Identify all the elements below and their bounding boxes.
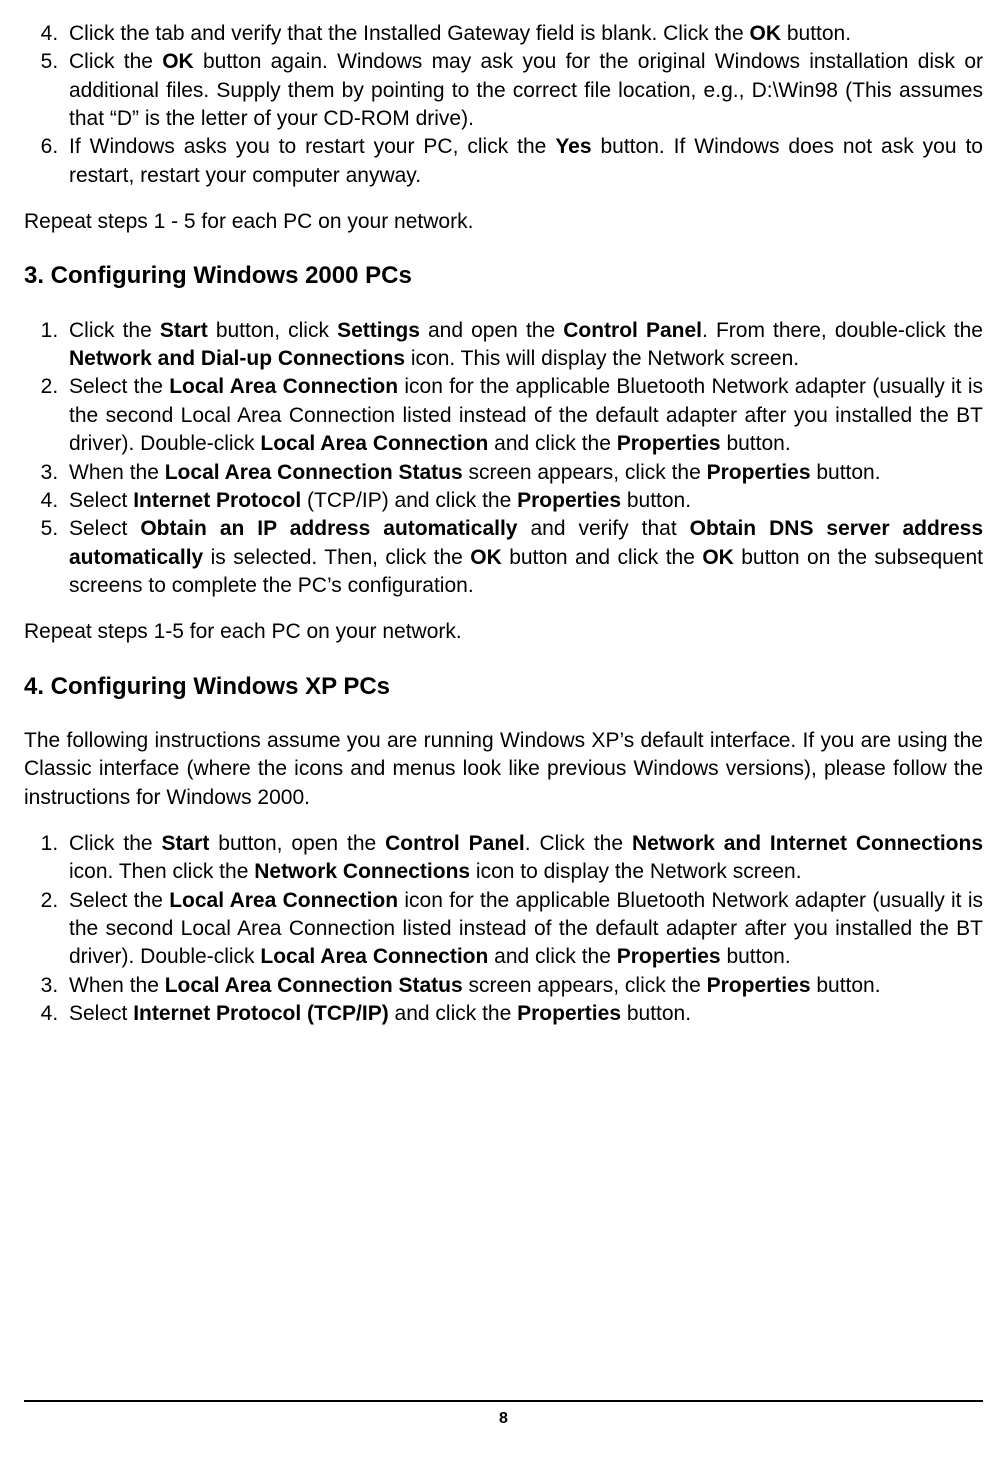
- section-heading-winxp: 4. Configuring Windows XP PCs: [24, 671, 983, 703]
- ordered-list-a: Click the tab and verify that the Instal…: [24, 20, 983, 190]
- bold-text: Internet Protocol (TCP/IP): [133, 1002, 389, 1025]
- bold-text: OK: [750, 22, 782, 45]
- text: . From there, double-click the: [702, 319, 983, 342]
- text: and click the: [488, 945, 616, 968]
- text: Click the: [69, 50, 162, 73]
- repeat-note: Repeat steps 1 - 5 for each PC on your n…: [24, 208, 983, 236]
- text: When the: [69, 461, 165, 484]
- text: Select the: [69, 889, 169, 912]
- text: Select: [69, 1002, 133, 1025]
- list-item: Select the Local Area Connection icon fo…: [64, 373, 983, 458]
- bold-text: Yes: [555, 135, 591, 158]
- text: When the: [69, 974, 165, 997]
- text: (TCP/IP) and click the: [301, 489, 517, 512]
- intro-paragraph: The following instructions assume you ar…: [24, 727, 983, 812]
- text: button.: [811, 974, 881, 997]
- bold-text: Control Panel: [563, 319, 702, 342]
- bold-text: OK: [702, 546, 734, 569]
- bold-text: Local Area Connection: [169, 889, 398, 912]
- bold-text: Control Panel: [385, 832, 525, 855]
- list-item: Select Internet Protocol (TCP/IP) and cl…: [64, 487, 983, 515]
- list-item: If Windows asks you to restart your PC, …: [64, 133, 983, 190]
- text: icon to display the Network screen.: [470, 860, 802, 883]
- text: button.: [621, 489, 691, 512]
- text: button, click: [208, 319, 337, 342]
- list-item: Click the OK button again. Windows may a…: [64, 48, 983, 133]
- bold-text: Local Area Connection: [169, 375, 398, 398]
- bold-text: Properties: [617, 432, 721, 455]
- bold-text: Local Area Connection: [260, 945, 488, 968]
- list-item: When the Local Area Connection Status sc…: [64, 459, 983, 487]
- text: icon. Then click the: [69, 860, 254, 883]
- text: Select: [69, 517, 140, 540]
- text: button and click the: [502, 546, 703, 569]
- list-item: Click the Start button, open the Control…: [64, 830, 983, 887]
- bold-text: Network Connections: [254, 860, 470, 883]
- bold-text: Properties: [617, 945, 721, 968]
- list-item: Select the Local Area Connection icon fo…: [64, 887, 983, 972]
- ordered-list-b: Click the Start button, click Settings a…: [24, 317, 983, 600]
- list-item: Select Obtain an IP address automaticall…: [64, 515, 983, 600]
- bold-text: Settings: [337, 319, 420, 342]
- text: button.: [721, 945, 791, 968]
- section-heading-win2000: 3. Configuring Windows 2000 PCs: [24, 260, 983, 292]
- text: and verify that: [517, 517, 689, 540]
- ordered-list-c: Click the Start button, open the Control…: [24, 830, 983, 1028]
- bold-text: Local Area Connection Status: [165, 974, 463, 997]
- bold-text: Network and Internet Connections: [632, 832, 983, 855]
- text: Select: [69, 489, 133, 512]
- bold-text: Properties: [707, 461, 811, 484]
- text: button.: [621, 1002, 691, 1025]
- text: icon. This will display the Network scre…: [405, 347, 799, 370]
- text: Select the: [69, 375, 169, 398]
- bold-text: Network and Dial-up Connections: [69, 347, 405, 370]
- list-item: Click the tab and verify that the Instal…: [64, 20, 983, 48]
- list-item: Click the Start button, click Settings a…: [64, 317, 983, 374]
- bold-text: Properties: [517, 1002, 621, 1025]
- page-content: Click the tab and verify that the Instal…: [24, 20, 983, 1360]
- text: button.: [811, 461, 881, 484]
- text: Click the: [69, 319, 160, 342]
- bold-text: Start: [162, 832, 210, 855]
- list-item: When the Local Area Connection Status sc…: [64, 972, 983, 1000]
- bold-text: OK: [162, 50, 194, 73]
- bold-text: Obtain an IP address automatically: [140, 517, 517, 540]
- text: button.: [721, 432, 791, 455]
- bold-text: Start: [160, 319, 208, 342]
- text: If Windows asks you to restart your PC, …: [69, 135, 555, 158]
- text: and click the: [488, 432, 616, 455]
- list-item: Select Internet Protocol (TCP/IP) and cl…: [64, 1000, 983, 1028]
- bold-text: Local Area Connection: [260, 432, 488, 455]
- text: . Click the: [525, 832, 632, 855]
- bold-text: OK: [470, 546, 502, 569]
- text: Click the: [69, 832, 162, 855]
- text: Click the tab and verify that the Instal…: [69, 22, 750, 45]
- text: is selected. Then, click the: [203, 546, 470, 569]
- bold-text: Internet Protocol: [133, 489, 301, 512]
- page-number: 8: [24, 1402, 983, 1430]
- text: screen appears, click the: [463, 461, 707, 484]
- bold-text: Local Area Connection Status: [165, 461, 463, 484]
- bold-text: Properties: [517, 489, 621, 512]
- repeat-note: Repeat steps 1-5 for each PC on your net…: [24, 618, 983, 646]
- text: and click the: [389, 1002, 517, 1025]
- text: and open the: [420, 319, 563, 342]
- text: screen appears, click the: [463, 974, 707, 997]
- text: button.: [781, 22, 851, 45]
- bold-text: Properties: [707, 974, 811, 997]
- text: button again. Windows may ask you for th…: [69, 50, 983, 130]
- text: button, open the: [209, 832, 385, 855]
